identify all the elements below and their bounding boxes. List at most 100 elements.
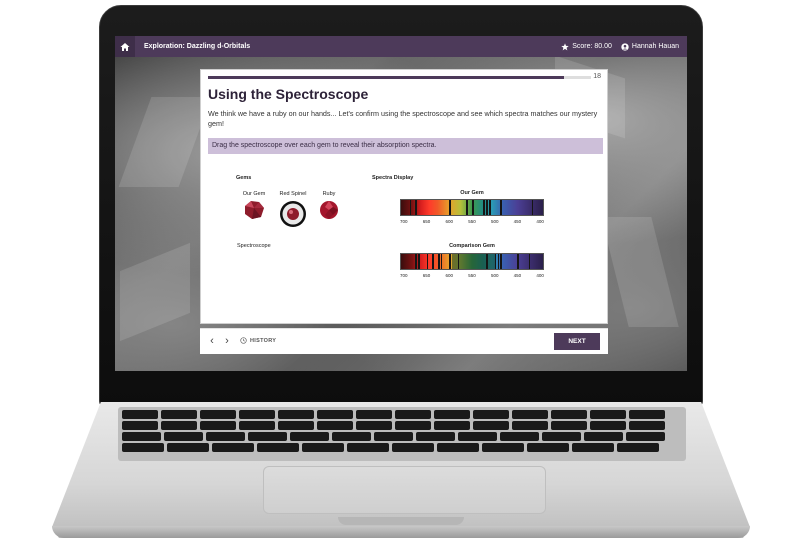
keyboard-key: [617, 443, 659, 452]
home-icon: [120, 42, 130, 51]
absorption-line: [437, 254, 440, 269]
gem-our-gem[interactable]: Our Gem: [239, 191, 269, 225]
gem-label: Red Spinel: [279, 191, 307, 197]
keyboard-key: [416, 432, 455, 441]
progress-fill: [208, 76, 565, 79]
keyboard-key: [278, 421, 314, 430]
keyboard-key: [527, 443, 569, 452]
keyboard-key: [332, 432, 371, 441]
forward-button[interactable]: ›: [221, 335, 233, 347]
next-button[interactable]: NEXT: [554, 333, 600, 350]
keyboard-key: [356, 410, 392, 419]
keyboard-key: [317, 421, 353, 430]
absorption-line: [415, 200, 417, 215]
keyboard-key: [473, 421, 509, 430]
home-button[interactable]: [115, 36, 135, 57]
tick-label: 400: [536, 219, 544, 224]
keyboard-key: [392, 443, 434, 452]
gem-label: Ruby: [322, 191, 336, 197]
keyboard-key: [542, 432, 581, 441]
progress-bar: [208, 76, 591, 79]
keyboard-key: [395, 410, 431, 419]
gems-heading: Gems: [236, 175, 252, 181]
spectroscope-label: Spectroscope: [237, 243, 271, 249]
star-icon: [561, 42, 569, 50]
keyboard-row: [122, 410, 665, 419]
keyboard-key: [500, 432, 539, 441]
ruby-icon: [320, 201, 338, 219]
gem-red-spinel[interactable]: Red Spinel: [276, 191, 310, 233]
keyboard-key: [200, 410, 236, 419]
keyboard-key: [239, 421, 275, 430]
history-label: HISTORY: [250, 337, 277, 344]
keyboard-key: [572, 443, 614, 452]
absorption-line: [409, 200, 412, 215]
keyboard-key: [122, 432, 161, 441]
keyboard-key: [317, 410, 353, 419]
spectrum-our-gem: [400, 199, 544, 216]
keyboard-key: [278, 410, 314, 419]
absorption-line: [528, 254, 531, 269]
absorption-line: [494, 254, 497, 269]
absorption-line: [517, 254, 520, 269]
keyboard-key: [458, 432, 497, 441]
tick-label: 700: [400, 219, 408, 224]
app-header: Exploration: Dazzling d-Orbitals Score: …: [115, 36, 687, 57]
chevron-left-icon: ‹: [210, 335, 214, 347]
keyboard-key: [473, 410, 509, 419]
absorption-line: [426, 254, 429, 269]
laptop-base-edge: [52, 526, 750, 538]
absorption-line: [415, 254, 417, 269]
keyboard-key: [257, 443, 299, 452]
absorption-line: [483, 200, 485, 215]
absorption-line: [449, 254, 451, 269]
absorption-line: [432, 254, 434, 269]
keyboard-key: [302, 443, 344, 452]
keyboard-row: [122, 421, 665, 430]
keyboard-row: [122, 432, 665, 441]
tick-label: 500: [490, 219, 499, 224]
user-menu[interactable]: Hannah Hauan: [621, 42, 679, 51]
absorption-line: [466, 200, 468, 215]
spectrum-title: Our Gem: [460, 190, 484, 196]
keyboard-row: [122, 443, 659, 452]
spectrum-title: Comparison Gem: [449, 243, 495, 249]
keyboard-key: [512, 421, 548, 430]
tick-label: 650: [422, 219, 431, 224]
history-button[interactable]: HISTORY: [240, 337, 276, 344]
keyboard-key: [551, 410, 587, 419]
prev-button[interactable]: ‹: [206, 335, 218, 347]
absorption-line: [500, 254, 502, 269]
tick-label: 700: [400, 273, 408, 278]
gem-ruby[interactable]: Ruby: [317, 191, 341, 225]
keyboard-key: [395, 421, 431, 430]
absorption-line: [489, 200, 491, 215]
keyboard-key: [551, 421, 587, 430]
keyboard-key: [122, 421, 158, 430]
tick-label: 500: [490, 273, 499, 278]
keyboard-key: [290, 432, 329, 441]
keyboard-key: [482, 443, 524, 452]
keyboard-key: [248, 432, 287, 441]
user-icon: [621, 42, 629, 51]
keyboard-key: [626, 432, 665, 441]
chevron-right-icon: ›: [225, 335, 229, 347]
tick-label: 550: [468, 273, 476, 278]
keyboard-key: [629, 421, 665, 430]
user-name: Hannah Hauan: [631, 43, 679, 50]
score-display: Score: 80.00: [561, 42, 612, 51]
keyboard-key: [239, 410, 275, 419]
score-text: Score: 80.00: [572, 43, 612, 50]
absorption-line: [497, 254, 500, 269]
keyboard-key: [122, 443, 164, 452]
keyboard-key: [161, 410, 197, 419]
keyboard-key: [590, 421, 626, 430]
keyboard-key: [122, 410, 158, 419]
lesson-description: We think we have a ruby on our hands... …: [208, 109, 598, 128]
absorption-line: [457, 254, 460, 269]
keyboard-key: [374, 432, 413, 441]
absorption-line: [472, 200, 474, 215]
keyboard-key: [512, 410, 548, 419]
keyboard-key: [356, 421, 392, 430]
keyboard-key: [434, 410, 470, 419]
